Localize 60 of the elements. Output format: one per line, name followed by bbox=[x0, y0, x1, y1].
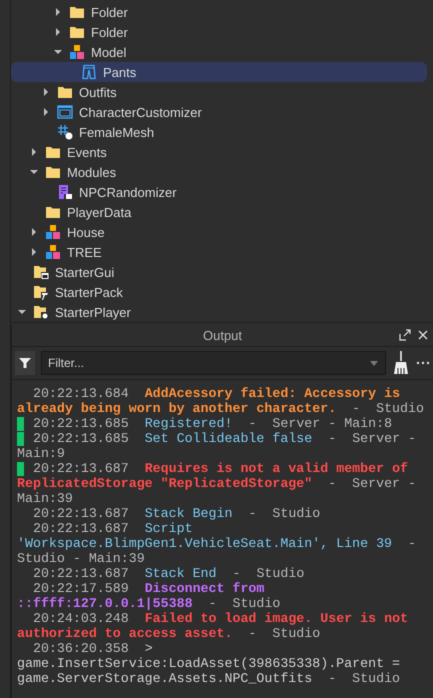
tree-item[interactable]: CharacterCustomizer bbox=[11, 102, 427, 122]
log-entry: 20:22:17.589 Disconnect from ::ffff:127.0.0.1|55388 - Studio bbox=[17, 581, 282, 611]
tree-item[interactable]: Folder bbox=[11, 2, 427, 22]
tree-item[interactable]: TREE bbox=[11, 242, 427, 262]
expand-caret-icon[interactable] bbox=[29, 147, 39, 157]
folder-icon bbox=[45, 204, 61, 220]
pants-icon bbox=[81, 64, 97, 80]
blocks-icon bbox=[69, 44, 85, 60]
expand-caret-icon[interactable] bbox=[29, 227, 39, 237]
log-entry: 20:22:13.684 AddAcessory failed: Accessory is already being worn by another character. - Studio bbox=[17, 386, 425, 416]
log-entry: 20:36:20.358 > game.InsertService:LoadAsset(398635338).Parent = game.ServerStorage.Assets.NPC_Outfits - Studio bbox=[17, 641, 402, 686]
filter-field[interactable]: Filter... bbox=[41, 351, 386, 375]
tree-item[interactable]: NPCRandomizer bbox=[11, 182, 427, 202]
folder-icon bbox=[57, 84, 73, 100]
tree-item[interactable]: House bbox=[11, 222, 427, 242]
tree-item[interactable]: Modules bbox=[11, 162, 427, 182]
tree-item[interactable]: FemaleMesh bbox=[11, 122, 427, 142]
log-entry: 20:22:13.687 Script 'Workspace.BlimpGen1.VehicleSeat.Main', Line 39 - Studio - Main:39 bbox=[17, 521, 417, 566]
folder-window-icon bbox=[33, 264, 49, 280]
folder-icon bbox=[69, 24, 85, 40]
folder-icon bbox=[45, 164, 61, 180]
log-entry: 20:24:03.248 Failed to load image. User is not authorized to access asset. - Studio bbox=[17, 611, 410, 641]
tree-item[interactable]: Pants bbox=[11, 62, 427, 82]
log-entry: 20:22:13.687 Stack End - Studio bbox=[32, 566, 306, 581]
blocks-icon bbox=[45, 244, 61, 260]
expand-caret-icon[interactable] bbox=[41, 87, 51, 97]
tree-item[interactable]: Model bbox=[11, 42, 427, 62]
log-entry: 20:22:13.685 Registered! - Server - Main:8 bbox=[32, 416, 394, 431]
log-entry: 20:22:13.687 Stack Begin - Studio bbox=[32, 506, 322, 521]
expand-caret-icon[interactable] bbox=[53, 7, 63, 17]
expand-caret-icon[interactable] bbox=[53, 27, 63, 37]
log-entry: 20:22:13.687 Requires is not a valid member of ReplicatedStorage "ReplicatedStorage" - Server - Main:39 bbox=[17, 461, 417, 506]
collapse-caret-icon[interactable] bbox=[53, 47, 63, 57]
tree-item[interactable]: StarterGui bbox=[11, 262, 427, 282]
tree-item[interactable]: Events bbox=[11, 142, 427, 162]
broom-icon[interactable] bbox=[392, 351, 410, 375]
script-icon bbox=[57, 184, 73, 200]
tree-item[interactable]: StarterPack bbox=[11, 282, 427, 302]
blocks-icon bbox=[45, 224, 61, 240]
tree-item[interactable]: PlayerData bbox=[11, 202, 427, 222]
folder-icon bbox=[45, 144, 61, 160]
panel-title: Output bbox=[202, 328, 242, 343]
tree-item[interactable]: Folder bbox=[11, 22, 427, 42]
expand-caret-icon[interactable] bbox=[41, 107, 51, 117]
folder-icon bbox=[69, 4, 85, 20]
filter-button[interactable] bbox=[15, 351, 35, 375]
filter-icon bbox=[19, 357, 31, 369]
collapse-caret-icon[interactable] bbox=[29, 167, 39, 177]
log-entry: 20:22:13.685 Set Collideable false - Server - Main:9 bbox=[17, 431, 418, 461]
undock-icon[interactable] bbox=[399, 329, 411, 341]
tree-item[interactable]: StarterPlayer bbox=[11, 302, 427, 322]
collapse-caret-icon[interactable] bbox=[17, 307, 27, 317]
close-icon[interactable] bbox=[417, 329, 429, 341]
dropdown-caret-icon[interactable] bbox=[370, 361, 378, 366]
window-icon bbox=[57, 104, 73, 120]
expand-caret-icon[interactable] bbox=[29, 247, 39, 257]
more-icon[interactable] bbox=[416, 361, 430, 365]
mesh-icon bbox=[57, 124, 73, 140]
tree-item[interactable]: Outfits bbox=[11, 82, 427, 102]
folder-hammer-icon bbox=[33, 284, 49, 300]
